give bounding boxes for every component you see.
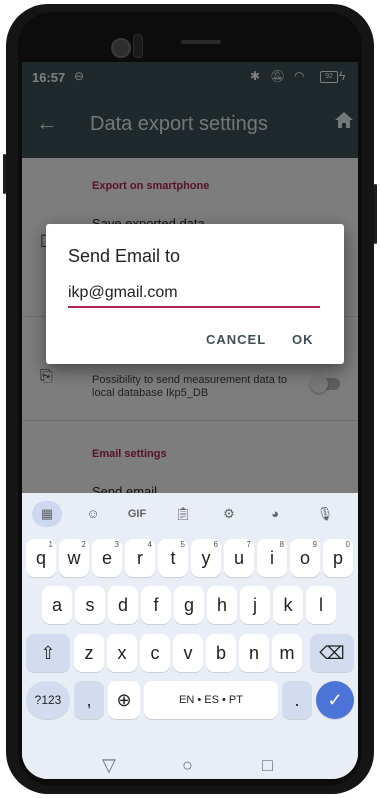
key-l[interactable]: l [306,586,336,624]
apps-grid-icon[interactable]: ▦ [32,501,62,527]
screen: 16:57 ⊖ ✱ 🔕︎ ◠ 92 ϟ ← Data export settin… [22,62,358,779]
send-email-dialog: Send Email to CANCEL OK [46,224,344,364]
key-hint-3: 3 [114,540,119,549]
symbols-key[interactable]: ?123 [26,681,70,719]
front-camera [111,38,131,58]
backspace-key-icon[interactable]: ⌫ [310,634,354,672]
comma-key[interactable]: , [74,681,104,719]
email-input[interactable] [68,280,320,308]
key-hint-7: 7 [246,540,251,549]
key-m[interactable]: m [272,634,302,672]
key-hint-5: 5 [180,540,185,549]
cancel-button[interactable]: CANCEL [206,332,266,347]
power-button [374,184,377,244]
earpiece [181,40,221,44]
enter-check-icon[interactable]: ✓ [316,681,354,719]
key-j[interactable]: j [240,586,270,624]
key-e[interactable]: e3 [92,539,122,577]
key-f[interactable]: f [141,586,171,624]
key-a[interactable]: a [42,586,72,624]
key-y[interactable]: y6 [191,539,221,577]
key-s[interactable]: s [75,586,105,624]
key-c[interactable]: c [140,634,170,672]
sensor [133,34,143,58]
palette-icon[interactable]: ◕ [260,501,290,527]
microphone-icon[interactable]: 🎙︎ [310,501,340,527]
settings-gear-icon[interactable]: ⚙ [214,501,244,527]
volume-button [3,154,6,194]
key-g[interactable]: g [174,586,204,624]
key-z[interactable]: z [74,634,104,672]
nav-recents-icon[interactable]: □ [262,755,273,776]
key-hint-0: 0 [345,540,350,549]
ok-button[interactable]: OK [292,332,314,347]
key-h[interactable]: h [207,586,237,624]
key-n[interactable]: n [239,634,269,672]
gif-button[interactable]: GIF [122,501,152,527]
key-p[interactable]: p0 [323,539,353,577]
key-w[interactable]: w2 [59,539,89,577]
key-v[interactable]: v [173,634,203,672]
key-t[interactable]: t5 [158,539,188,577]
globe-key-icon[interactable]: ⊕ [108,681,140,719]
key-d[interactable]: d [108,586,138,624]
key-hint-9: 9 [312,540,317,549]
space-bar[interactable]: EN • ES • PT [144,681,278,719]
key-hint-8: 8 [279,540,284,549]
key-i[interactable]: i8 [257,539,287,577]
key-r[interactable]: r4 [125,539,155,577]
key-x[interactable]: x [107,634,137,672]
key-u[interactable]: u7 [224,539,254,577]
period-key[interactable]: . [282,681,312,719]
sticker-icon[interactable]: ☺ [78,501,108,527]
key-b[interactable]: b [206,634,236,672]
key-hint-6: 6 [213,540,218,549]
key-k[interactable]: k [273,586,303,624]
key-hint-1: 1 [48,540,53,549]
key-q[interactable]: q1 [26,539,56,577]
dialog-title: Send Email to [68,246,181,266]
nav-home-icon[interactable]: ○ [182,755,193,776]
clipboard-icon[interactable]: 📋︎ [168,501,198,527]
key-hint-2: 2 [81,540,86,549]
key-hint-4: 4 [147,540,152,549]
nav-back-icon[interactable]: ▽ [102,755,116,776]
shift-key-icon[interactable]: ⇧ [26,634,70,672]
key-o[interactable]: o9 [290,539,320,577]
keyboard: ▦ ☺ GIF 📋︎ ⚙ ◕ 🎙︎ q1w2e3r4t5y6u7i8o9p0 a… [22,493,358,779]
